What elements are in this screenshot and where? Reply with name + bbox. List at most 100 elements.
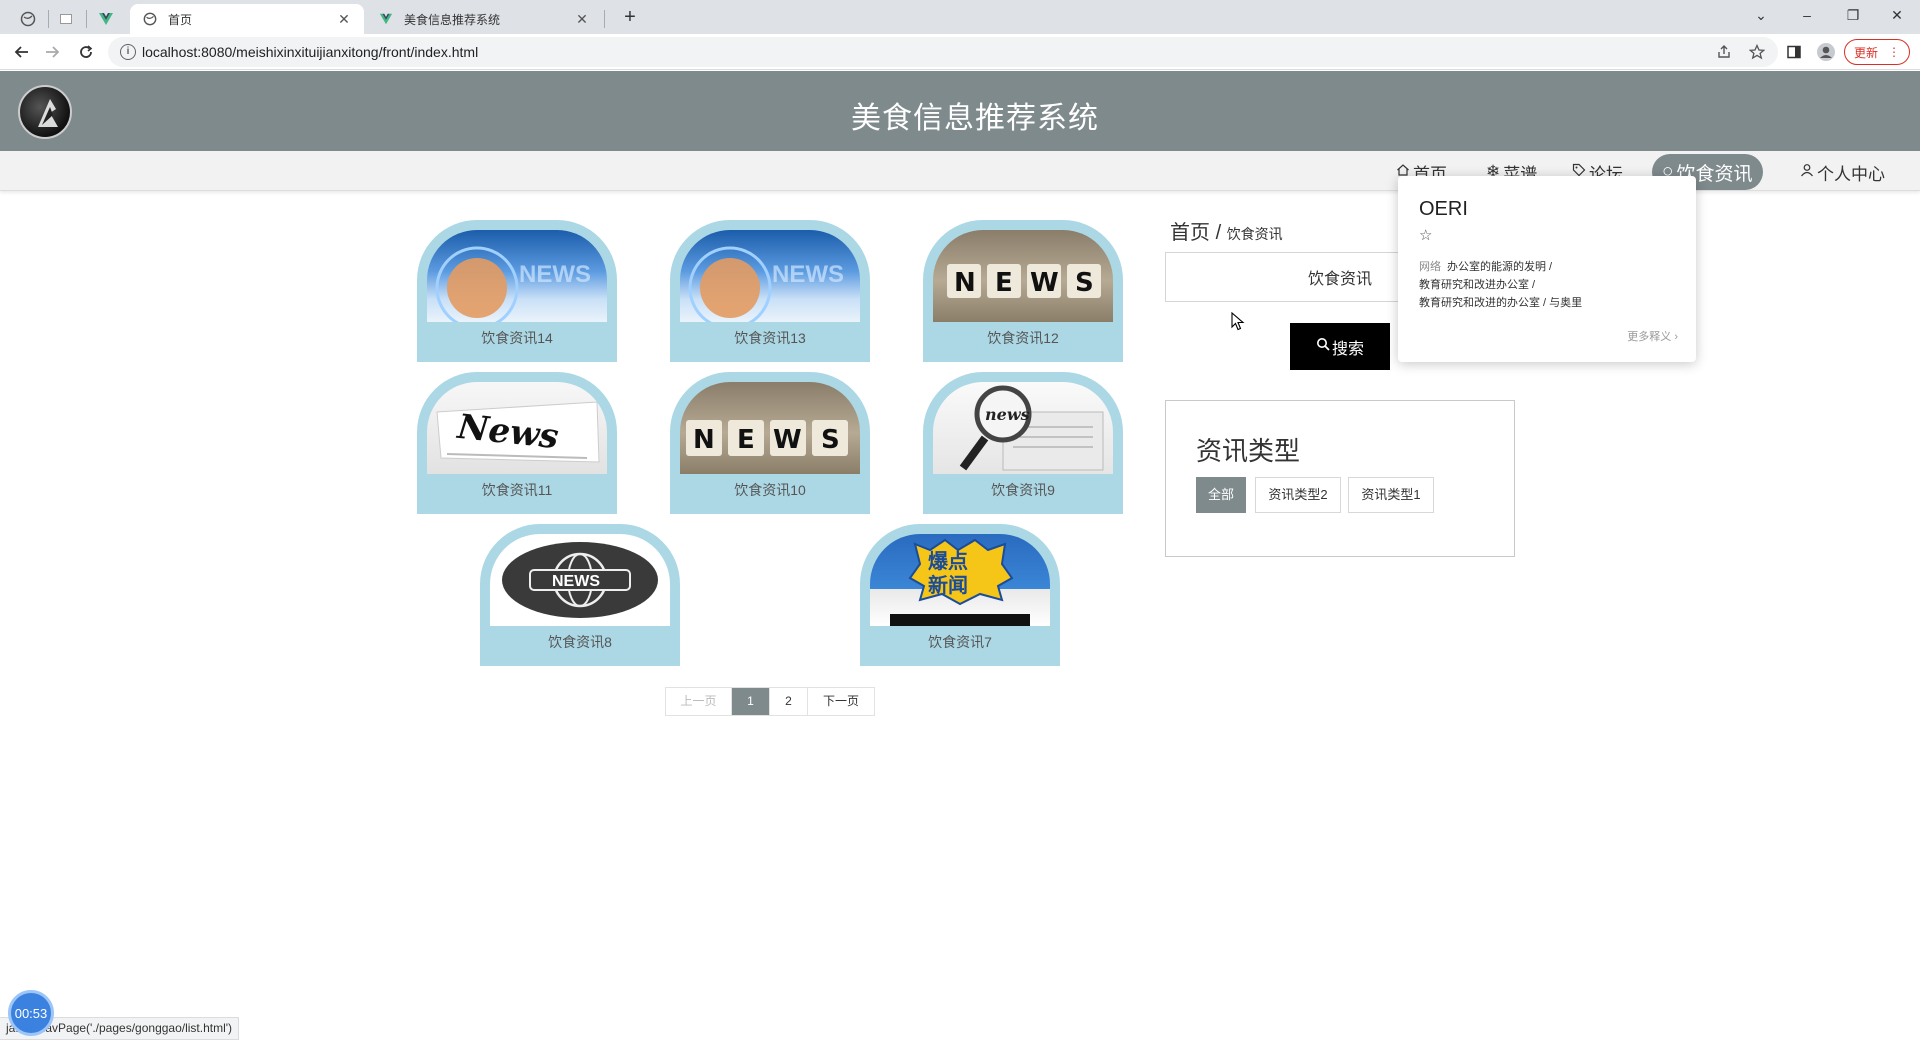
next-page-button[interactable]: 下一页	[808, 688, 874, 715]
vue-icon	[378, 11, 394, 27]
url-text: localhost:8080/meishixinxituijianxitong/…	[142, 44, 479, 60]
breadcrumb: 首页 / 饮食资讯	[1170, 216, 1283, 245]
svg-text:S: S	[1075, 268, 1094, 298]
news-blocks-image: NEWS	[680, 382, 860, 474]
favorite-star-icon[interactable]: ☆	[1419, 226, 1432, 244]
update-label: 更新	[1853, 45, 1878, 60]
minimize-button[interactable]: –	[1784, 0, 1830, 30]
news-title[interactable]: 饮食资讯12	[923, 328, 1123, 348]
search-icon	[1316, 337, 1330, 356]
tab-close-icon[interactable]: ✕	[336, 11, 352, 28]
search-value: 饮食资讯	[1307, 271, 1372, 288]
browser-tab-bar: 首页 ✕ 美食信息推荐系统 ✕ + ⌄ – ❐ ✕	[0, 0, 1920, 34]
search-button-label: 搜索	[1331, 340, 1364, 358]
prev-page-button[interactable]: 上一页	[666, 688, 732, 715]
news-card[interactable]: News 饮食资讯11	[417, 372, 617, 514]
svg-text:新闻: 新闻	[928, 573, 968, 597]
recording-timer[interactable]: 00:53	[8, 990, 54, 1036]
news-globe-image: NEWS	[490, 534, 670, 626]
news-title[interactable]: 饮食资讯14	[417, 328, 617, 348]
menu-dots-icon: ⋮	[1888, 45, 1900, 59]
site-info-icon[interactable]: i	[120, 44, 136, 60]
forward-icon[interactable]	[40, 40, 64, 64]
globe-icon	[142, 11, 158, 27]
svg-text:NEWS: NEWS	[772, 261, 844, 288]
nav-item-user-center[interactable]: 个人中心	[1790, 157, 1895, 187]
pagination: 上一页 1 2 下一页	[665, 687, 875, 716]
news-title[interactable]: 饮食资讯7	[860, 632, 1060, 652]
news-blue-image: NEWS	[427, 230, 607, 322]
tab-close-icon[interactable]: ✕	[574, 11, 590, 28]
news-card[interactable]: NEWS 饮食资讯8	[480, 524, 680, 666]
tab-title: 首页	[168, 12, 193, 27]
new-tab-button[interactable]: +	[616, 5, 644, 31]
type-filter-1[interactable]: 资讯类型1	[1348, 477, 1434, 513]
breadcrumb-separator: /	[1215, 222, 1222, 244]
definition-line: 办公室的能源的发明 /	[1447, 261, 1553, 273]
news-blue-image: NEWS	[680, 230, 860, 322]
close-window-button[interactable]: ✕	[1874, 0, 1920, 30]
type-filter-2[interactable]: 资讯类型2	[1255, 477, 1341, 513]
news-title[interactable]: 饮食资讯13	[670, 328, 870, 348]
svg-text:news: news	[985, 405, 1030, 424]
news-card[interactable]: 爆点 新闻 饮食资讯7	[860, 524, 1060, 666]
tab-search-icon[interactable]: ⌄	[1738, 0, 1784, 30]
svg-text:W: W	[1030, 268, 1059, 298]
profile-avatar-icon[interactable]	[1814, 40, 1838, 64]
breadcrumb-home[interactable]: 首页	[1170, 222, 1210, 244]
news-magnifier-image: news	[933, 382, 1113, 474]
svg-text:NEWS: NEWS	[552, 573, 600, 590]
svg-text:E: E	[737, 425, 755, 455]
type-panel-title: 资讯类型	[1196, 436, 1301, 466]
definition-line: 教育研究和改进办公室 /	[1419, 279, 1536, 291]
news-card[interactable]: NEWS 饮食资讯12	[923, 220, 1123, 362]
svg-text:S: S	[821, 425, 840, 455]
pinned-tab-blank-icon[interactable]	[52, 5, 80, 33]
site-title: 美食信息推荐系统	[851, 102, 1099, 135]
type-filter-all[interactable]: 全部	[1196, 477, 1246, 513]
reload-icon[interactable]	[74, 40, 98, 64]
news-title[interactable]: 饮食资讯11	[417, 480, 617, 500]
breaking-news-image: 爆点 新闻	[870, 534, 1050, 626]
news-type-panel: 资讯类型 全部 资讯类型2 资讯类型1	[1165, 400, 1515, 557]
nav-label: 个人中心	[1817, 164, 1885, 184]
svg-text:爆点: 爆点	[928, 549, 968, 573]
news-card[interactable]: NEWS 饮食资讯10	[670, 372, 870, 514]
pinned-tab-vue-icon[interactable]	[92, 5, 120, 33]
search-button[interactable]: 搜索	[1290, 323, 1390, 370]
site-header: 美食信息推荐系统	[0, 71, 1920, 151]
address-bar[interactable]: i localhost:8080/meishixinxituijianxiton…	[108, 37, 1778, 67]
page-button-2[interactable]: 2	[770, 688, 808, 715]
news-blocks-image: NEWS	[933, 230, 1113, 322]
svg-text:E: E	[995, 268, 1013, 298]
share-icon[interactable]	[1712, 40, 1736, 64]
news-title[interactable]: 饮食资讯9	[923, 480, 1123, 500]
browser-toolbar: i localhost:8080/meishixinxituijianxiton…	[0, 34, 1920, 70]
popup-word: OERI	[1419, 198, 1468, 220]
news-title[interactable]: 饮食资讯8	[480, 632, 680, 652]
more-definitions-link[interactable]: 更多释义 ›	[1627, 328, 1678, 344]
user-icon	[1800, 162, 1814, 182]
bookmark-star-icon[interactable]	[1745, 40, 1769, 64]
breadcrumb-current: 饮食资讯	[1226, 226, 1283, 242]
tab-home[interactable]: 首页 ✕	[130, 4, 364, 34]
news-card[interactable]: NEWS 饮食资讯14	[417, 220, 617, 362]
restore-button[interactable]: ❐	[1830, 0, 1876, 30]
page-button-1[interactable]: 1	[732, 688, 770, 715]
news-card[interactable]: NEWS 饮食资讯13	[670, 220, 870, 362]
pinned-tab-globe-icon[interactable]	[14, 5, 42, 33]
back-icon[interactable]	[10, 40, 34, 64]
popup-definitions: 网络 办公室的能源的发明 / 教育研究和改进办公室 / 教育研究和改进的办公室 /…	[1419, 258, 1679, 312]
news-title[interactable]: 饮食资讯10	[670, 480, 870, 500]
definition-line: 教育研究和改进的办公室 / 与奥里	[1419, 297, 1583, 309]
svg-text:NEWS: NEWS	[519, 261, 591, 288]
tab-food-system[interactable]: 美食信息推荐系统 ✕	[366, 4, 602, 34]
tab-title: 美食信息推荐系统	[404, 12, 501, 27]
update-button[interactable]: 更新 ⋮	[1844, 39, 1910, 65]
svg-text:N: N	[954, 268, 976, 298]
svg-text:N: N	[693, 425, 715, 455]
side-panel-icon[interactable]	[1782, 40, 1806, 64]
news-card[interactable]: news 饮食资讯9	[923, 372, 1123, 514]
translate-popup: OERI ☆ 网络 办公室的能源的发明 / 教育研究和改进办公室 / 教育研究和改…	[1398, 176, 1696, 362]
definition-tag: 网络	[1419, 261, 1441, 273]
